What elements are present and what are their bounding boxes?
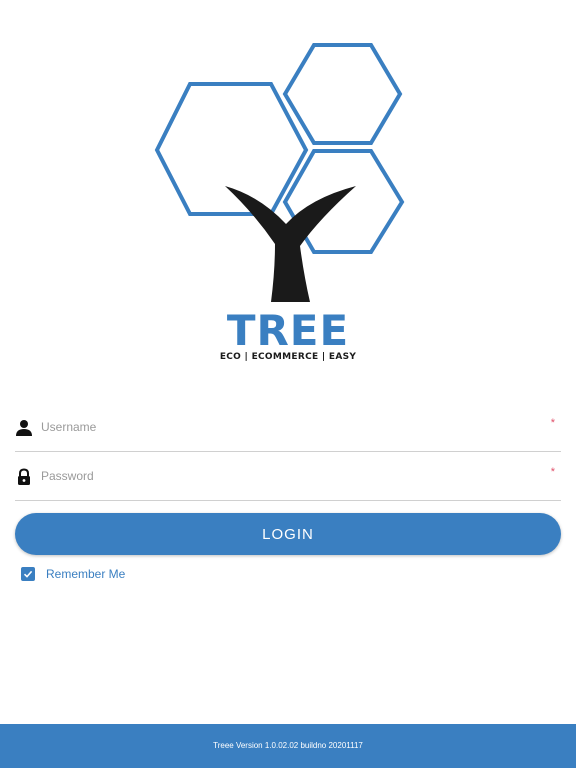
lock-icon bbox=[18, 468, 30, 485]
password-field: * bbox=[15, 454, 561, 501]
login-button[interactable]: LOGIN bbox=[15, 513, 561, 555]
password-required-mark: * bbox=[550, 466, 555, 478]
login-screen: TREE ECO | ECOMMERCE | EASY * * LOGIN Re… bbox=[0, 0, 576, 768]
remember-me-checkbox[interactable] bbox=[21, 567, 35, 581]
tree-trunk bbox=[225, 186, 356, 302]
user-icon bbox=[16, 420, 32, 436]
username-required-mark: * bbox=[550, 417, 555, 429]
hexagon-top-right bbox=[282, 43, 403, 145]
footer-bar: Treee Version 1.0.02.02 buildno 20201117 bbox=[0, 724, 576, 768]
checkmark-icon bbox=[23, 570, 33, 578]
brand-tagline: ECO | ECOMMERCE | EASY bbox=[219, 352, 357, 362]
password-input[interactable] bbox=[41, 464, 531, 488]
remember-me-toggle[interactable]: Remember Me bbox=[21, 565, 125, 583]
username-field: * bbox=[15, 405, 561, 452]
tree-logo-icon bbox=[154, 43, 405, 302]
brand-name: TREE bbox=[226, 306, 350, 355]
version-text: Treee Version 1.0.02.02 buildno 20201117 bbox=[213, 741, 363, 750]
hexagon-left bbox=[154, 82, 309, 216]
remember-me-label: Remember Me bbox=[46, 567, 126, 581]
username-input[interactable] bbox=[41, 415, 531, 439]
